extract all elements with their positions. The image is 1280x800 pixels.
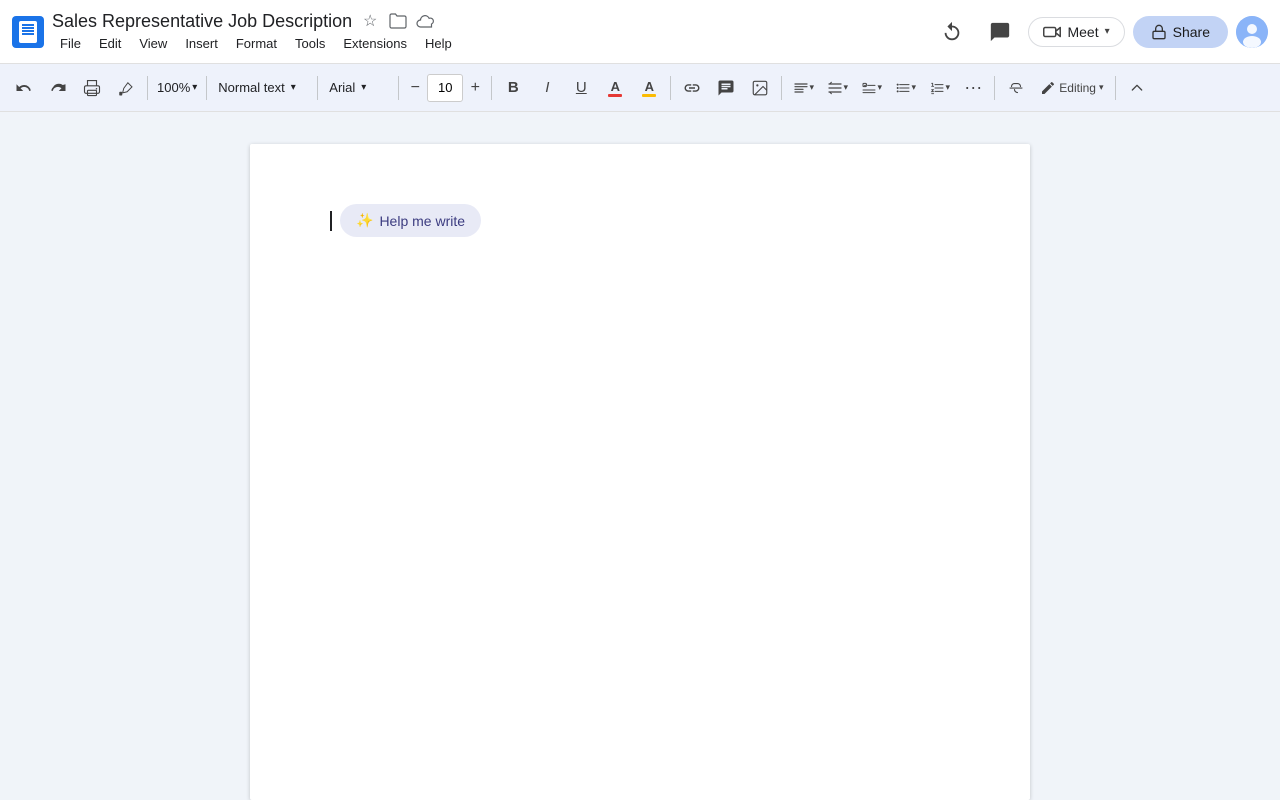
divider-6 bbox=[670, 76, 671, 100]
font-arrow: ▾ bbox=[361, 82, 366, 93]
menu-bar: File Edit View Insert Format Tools Exten… bbox=[52, 34, 924, 53]
document-page: ✨ Help me write bbox=[250, 144, 1030, 800]
cursor-row: ✨ Help me write bbox=[330, 204, 950, 237]
share-label: Share bbox=[1173, 24, 1210, 40]
star-icon[interactable]: ☆ bbox=[360, 11, 380, 31]
menu-help[interactable]: Help bbox=[417, 34, 460, 53]
font-label: Arial bbox=[329, 80, 355, 95]
meet-label: Meet bbox=[1067, 24, 1098, 40]
style-select[interactable]: Normal text ▾ bbox=[212, 78, 312, 97]
unordered-list-button[interactable]: ▾ bbox=[889, 72, 921, 104]
meet-button[interactable]: Meet ▾ bbox=[1028, 17, 1124, 47]
menu-format[interactable]: Format bbox=[228, 34, 285, 53]
divider-7 bbox=[781, 76, 782, 100]
checklist-button[interactable]: ▾ bbox=[855, 72, 887, 104]
collapse-toolbar-button[interactable] bbox=[1121, 72, 1153, 104]
divider-2 bbox=[206, 76, 207, 100]
divider-1 bbox=[147, 76, 148, 100]
ordered-list-button[interactable]: ▾ bbox=[923, 72, 955, 104]
history-button[interactable] bbox=[932, 12, 972, 52]
top-bar: Sales Representative Job Description ☆ F… bbox=[0, 0, 1280, 64]
paint-format-button[interactable] bbox=[110, 72, 142, 104]
help-write-label: Help me write bbox=[379, 213, 465, 229]
link-button[interactable] bbox=[676, 72, 708, 104]
menu-tools[interactable]: Tools bbox=[287, 34, 333, 53]
divider-9 bbox=[1115, 76, 1116, 100]
insert-image-button[interactable] bbox=[744, 72, 776, 104]
divider-3 bbox=[317, 76, 318, 100]
font-size-decrease-button[interactable]: − bbox=[404, 74, 426, 102]
toolbar: 100% ▾ Normal text ▾ Arial ▾ − + B I U A bbox=[0, 64, 1280, 112]
divider-4 bbox=[398, 76, 399, 100]
folder-icon[interactable] bbox=[388, 11, 408, 31]
undo-button[interactable] bbox=[8, 72, 40, 104]
cloud-icon[interactable] bbox=[416, 11, 436, 31]
align-button[interactable]: ▾ bbox=[787, 72, 819, 104]
print-button[interactable] bbox=[76, 72, 108, 104]
document-area: ✨ Help me write bbox=[0, 112, 1280, 800]
more-options-button[interactable]: ··· bbox=[957, 72, 989, 104]
zoom-arrow: ▾ bbox=[192, 82, 197, 93]
zoom-select[interactable]: 100% ▾ bbox=[153, 78, 201, 97]
bold-button[interactable]: B bbox=[497, 72, 529, 104]
menu-extensions[interactable]: Extensions bbox=[335, 34, 415, 53]
line-spacing-button[interactable]: ▾ bbox=[821, 72, 853, 104]
highlight-button[interactable]: A bbox=[633, 72, 665, 104]
font-select[interactable]: Arial ▾ bbox=[323, 78, 393, 97]
italic-button[interactable]: I bbox=[531, 72, 563, 104]
zoom-value: 100% bbox=[157, 80, 190, 95]
doc-title[interactable]: Sales Representative Job Description bbox=[52, 11, 352, 32]
menu-view[interactable]: View bbox=[131, 34, 175, 53]
menu-edit[interactable]: Edit bbox=[91, 34, 129, 53]
editing-mode-button[interactable]: Editing ▾ bbox=[1034, 72, 1109, 104]
header-right: Meet ▾ Share bbox=[932, 12, 1268, 52]
add-comment-button[interactable] bbox=[710, 72, 742, 104]
help-me-write-button[interactable]: ✨ Help me write bbox=[340, 204, 481, 237]
comments-button[interactable] bbox=[980, 12, 1020, 52]
divider-8 bbox=[994, 76, 995, 100]
menu-insert[interactable]: Insert bbox=[177, 34, 226, 53]
underline-button[interactable]: U bbox=[565, 72, 597, 104]
redo-button[interactable] bbox=[42, 72, 74, 104]
title-area: Sales Representative Job Description ☆ F… bbox=[52, 11, 924, 53]
text-color-button[interactable]: A bbox=[599, 72, 631, 104]
style-label: Normal text bbox=[218, 80, 284, 95]
share-button[interactable]: Share bbox=[1133, 16, 1228, 48]
user-avatar[interactable] bbox=[1236, 16, 1268, 48]
divider-5 bbox=[491, 76, 492, 100]
doc-title-row: Sales Representative Job Description ☆ bbox=[52, 11, 924, 32]
strikethrough-button[interactable] bbox=[1000, 72, 1032, 104]
docs-logo-icon bbox=[12, 16, 44, 48]
font-size-input[interactable] bbox=[427, 74, 463, 102]
text-cursor bbox=[330, 211, 332, 231]
meet-dropdown-icon: ▾ bbox=[1105, 26, 1110, 37]
font-size-increase-button[interactable]: + bbox=[464, 74, 486, 102]
menu-file[interactable]: File bbox=[52, 34, 89, 53]
font-size-control: − + bbox=[404, 74, 486, 102]
sparkle-icon: ✨ bbox=[356, 212, 373, 229]
style-arrow: ▾ bbox=[291, 82, 296, 93]
